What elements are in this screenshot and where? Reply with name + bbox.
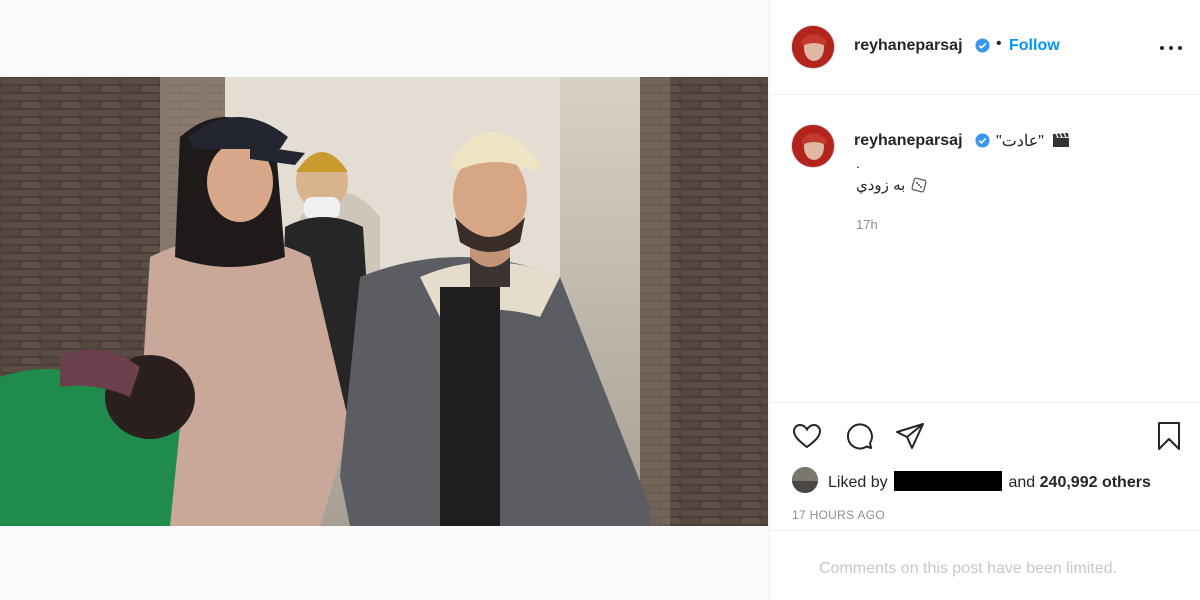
liked-by-label: Liked by: [828, 474, 888, 491]
verified-badge-icon: [975, 38, 990, 53]
follow-button[interactable]: Follow: [1009, 37, 1060, 55]
bookmark-icon[interactable]: [1153, 420, 1185, 452]
post-side-panel: reyhaneparsaj • Follow reyhaneparsaj "عا…: [769, 0, 1200, 600]
post-header: reyhaneparsaj • Follow: [770, 0, 1200, 95]
caption-section: reyhaneparsaj "عادت" . به زودي 17h: [770, 96, 1200, 401]
caption-line-text: به زودي: [856, 177, 906, 194]
heart-icon[interactable]: [791, 420, 823, 452]
comments-limited-section: Comments on this post have been limited.: [770, 530, 1200, 600]
caption-timestamp: 17h: [856, 217, 878, 232]
avatar[interactable]: [791, 25, 835, 69]
comment-icon[interactable]: [843, 420, 875, 452]
more-options-icon[interactable]: [1158, 39, 1184, 55]
avatar-image: [792, 125, 834, 167]
likes-count-link[interactable]: 240,992 others: [1040, 474, 1151, 491]
liked-by-and: and: [1008, 474, 1036, 491]
likes-summary: Liked by and 240,992 others: [792, 465, 1192, 493]
caption-dot: .: [856, 155, 860, 171]
caption-avatar[interactable]: [791, 124, 835, 168]
redacted-username: [894, 471, 1003, 491]
post-photo[interactable]: [0, 77, 768, 526]
post-timestamp[interactable]: 17 HOURS AGO: [792, 508, 885, 522]
verified-badge-icon: [975, 133, 990, 148]
share-icon[interactable]: [894, 420, 926, 452]
clapper-board-icon: [1053, 132, 1070, 147]
photo-illustration: [0, 77, 768, 526]
caption-username-link[interactable]: reyhaneparsaj: [854, 132, 963, 150]
caption-line: به زودي: [856, 176, 927, 194]
avatar-image: [792, 26, 834, 68]
liker-avatar-image: [792, 467, 818, 493]
caption-title: "عادت": [996, 131, 1070, 151]
separator-dot: •: [996, 35, 1002, 52]
comments-limited-notice: Comments on this post have been limited.: [819, 560, 1117, 577]
liker-avatar[interactable]: [792, 467, 818, 493]
username-link[interactable]: reyhaneparsaj: [854, 37, 963, 55]
instagram-post-page: reyhaneparsaj • Follow reyhaneparsaj "عا…: [0, 0, 1200, 600]
likes-text: Liked by and 240,992 others: [828, 471, 1151, 492]
caption-title-text: "عادت": [996, 133, 1044, 150]
dice-icon: [911, 177, 927, 193]
